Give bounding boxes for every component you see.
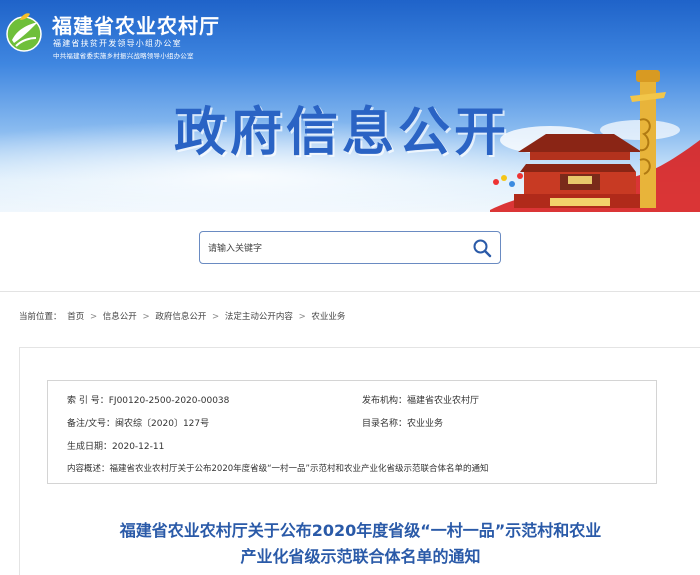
notice-title: 福建省农业农村厅关于公布2020年度省级“一村一品”示范村和农业 产业化省级示范… (20, 518, 700, 570)
info-category-value: 农业业务 (407, 419, 444, 429)
search-input[interactable] (208, 239, 458, 257)
info-index-row: 索 引 号：FJ00120-2500-2020-00038 (67, 393, 229, 406)
info-docno-value: 闽农综〔2020〕127号 (115, 419, 210, 429)
breadcrumb-separator: > (89, 312, 98, 322)
info-category-row: 目录名称：农业业务 (362, 416, 443, 429)
search-box[interactable] (199, 231, 501, 264)
info-publisher-value: 福建省农业农村厅 (407, 396, 480, 406)
info-date-value: 2020-12-11 (112, 442, 165, 452)
tiananmen-gate-illustration (490, 70, 700, 212)
breadcrumb-item-statutory-content[interactable]: 法定主动公开内容 (225, 312, 293, 322)
info-publisher-label: 发布机构： (362, 396, 408, 406)
breadcrumb-item-info-disclosure[interactable]: 信息公开 (103, 312, 137, 322)
org-name: 福建省农业农村厅 (52, 14, 220, 38)
search-icon[interactable] (472, 238, 492, 258)
breadcrumb-prefix: 当前位置： (19, 312, 62, 322)
breadcrumb: 当前位置： 首页 > 信息公开 > 政府信息公开 > 法定主动公开内容 > 农业… (19, 310, 348, 322)
breadcrumb-separator: > (298, 312, 306, 322)
document-info-table: 索 引 号：FJ00120-2500-2020-00038 发布机构：福建省农业… (47, 380, 657, 484)
content-panel: 索 引 号：FJ00120-2500-2020-00038 发布机构：福建省农业… (19, 347, 700, 575)
info-summary-value: 福建省农业农村厅关于公布2020年度省级“一村一品”示范村和农业产业化省级示范联… (109, 464, 489, 474)
org-subtitle-2: 中共福建省委实施乡村振兴战略领导小组办公室 (53, 52, 194, 60)
info-index-label: 索 引 号： (67, 396, 109, 406)
info-category-label: 目录名称： (362, 419, 408, 429)
ministry-logo-icon[interactable] (4, 10, 44, 54)
breadcrumb-item-gov-info[interactable]: 政府信息公开 (155, 312, 206, 322)
info-docno-row: 备注/文号：闽农综〔2020〕127号 (67, 416, 209, 429)
notice-title-line-2: 产业化省级示范联合体名单的通知 (240, 547, 481, 566)
info-date-row: 生成日期：2020-12-11 (67, 439, 164, 452)
info-index-value: FJ00120-2500-2020-00038 (108, 396, 230, 406)
info-docno-label: 备注/文号： (67, 419, 116, 429)
info-summary-label: 内容概述： (67, 464, 110, 474)
breadcrumb-separator: > (212, 312, 220, 322)
hero-title: 政府信息公开 (174, 103, 511, 163)
org-subtitle-1: 福建省扶贫开发领导小组办公室 (53, 39, 182, 48)
breadcrumb-separator: > (142, 312, 150, 322)
info-publisher-row: 发布机构：福建省农业农村厅 (362, 393, 479, 406)
search-area (0, 212, 700, 292)
info-summary-row: 内容概述：福建省农业农村厅关于公布2020年度省级“一村一品”示范村和农业产业化… (67, 462, 488, 474)
header-banner: 福建省农业农村厅 福建省扶贫开发领导小组办公室 中共福建省委实施乡村振兴战略领导… (0, 0, 700, 212)
notice-title-line-1: 福建省农业农村厅关于公布2020年度省级“一村一品”示范村和农业 (119, 521, 602, 540)
breadcrumb-item-home[interactable]: 首页 (67, 312, 84, 322)
breadcrumb-item-agri-business[interactable]: 农业业务 (311, 312, 345, 322)
info-date-label: 生成日期： (67, 442, 113, 452)
